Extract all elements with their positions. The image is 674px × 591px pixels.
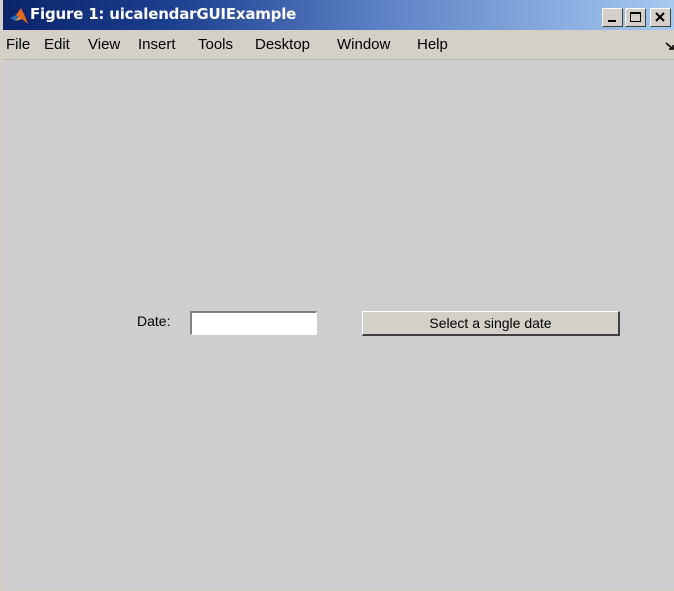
figure-window: Figure 1: uicalendarGUIExample File Edit… (0, 0, 674, 591)
maximize-button[interactable] (625, 8, 646, 27)
dock-arrow-icon[interactable] (665, 42, 674, 50)
minimize-icon (608, 20, 616, 22)
menu-help[interactable]: Help (417, 36, 448, 53)
maximize-icon (630, 12, 641, 22)
menu-file[interactable]: File (6, 36, 30, 53)
menu-edit[interactable]: Edit (44, 36, 70, 53)
date-input[interactable] (190, 311, 317, 335)
menu-view[interactable]: View (88, 36, 120, 53)
menu-tools[interactable]: Tools (198, 36, 233, 53)
close-icon (655, 12, 665, 22)
window-title: Figure 1: uicalendarGUIExample (30, 5, 297, 23)
minimize-button[interactable] (602, 8, 623, 27)
menu-insert[interactable]: Insert (138, 36, 176, 53)
menu-desktop[interactable]: Desktop (255, 36, 310, 53)
figure-canvas: Date: Select a single date (3, 60, 674, 590)
select-date-button[interactable]: Select a single date (362, 311, 620, 336)
menu-bar: File Edit View Insert Tools Desktop Wind… (3, 30, 674, 60)
matlab-logo-icon (10, 8, 28, 24)
title-bar[interactable]: Figure 1: uicalendarGUIExample (3, 0, 674, 30)
menu-window[interactable]: Window (337, 36, 390, 53)
date-label: Date: (137, 313, 171, 329)
close-button[interactable] (650, 8, 671, 27)
